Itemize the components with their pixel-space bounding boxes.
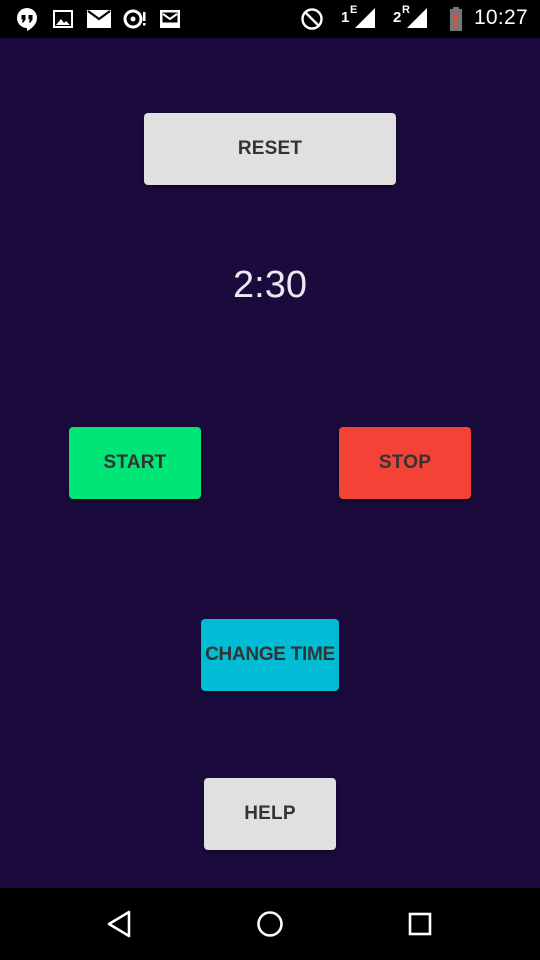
sim1-signal-icon: 1 E (340, 4, 378, 31)
status-bar: 1 E 2 R 10:27 (0, 0, 540, 38)
sim1-label: 1 (341, 9, 350, 26)
timer-app: RESET 2:30 START STOP CHANGE TIME HELP (0, 38, 540, 888)
reset-button[interactable]: RESET (144, 113, 396, 185)
image-icon (52, 7, 74, 31)
inbox-icon (158, 7, 182, 31)
gmail-icon (86, 7, 112, 31)
battery-low-icon (448, 7, 464, 31)
back-icon (107, 910, 131, 938)
stop-button[interactable]: STOP (339, 427, 471, 499)
change-time-button[interactable]: CHANGE TIME (201, 619, 339, 691)
help-button[interactable]: HELP (204, 778, 336, 850)
sim2-signal-icon: 2 R (392, 4, 430, 31)
back-button[interactable] (100, 904, 140, 944)
sim2-label: 2 (393, 9, 402, 26)
device-screen: 1 E 2 R 10:27 RESET 2:30 START STOP CHAN… (0, 0, 540, 960)
home-button[interactable] (250, 904, 290, 944)
recents-button[interactable] (400, 904, 440, 944)
status-time: 10:27 (473, 6, 528, 29)
hangouts-icon (14, 7, 40, 31)
timer-display: 2:30 (233, 264, 307, 306)
navigation-bar (0, 888, 540, 960)
do-not-disturb-icon (299, 7, 325, 31)
recents-icon (408, 912, 432, 936)
home-icon (257, 911, 283, 937)
sync-alert-icon (122, 7, 148, 31)
start-button[interactable]: START (69, 427, 201, 499)
